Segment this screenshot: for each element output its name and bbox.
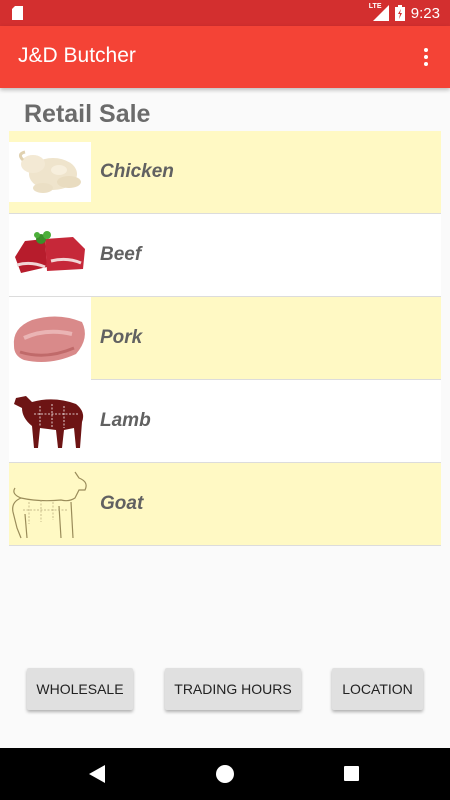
beef-image (9, 225, 91, 285)
lte-signal-icon: LTE (368, 3, 389, 21)
list-item-goat[interactable]: Goat (9, 463, 441, 546)
list-item-label: Goat (100, 493, 144, 514)
network-type-label: LTE (368, 3, 382, 10)
sim-card-icon (12, 6, 23, 20)
lamb-image (9, 380, 91, 463)
chicken-image (9, 142, 91, 202)
status-icons: LTE 9:23 (368, 0, 440, 26)
back-icon[interactable] (89, 765, 105, 783)
list-item-chicken[interactable]: Chicken (9, 131, 441, 214)
list-item-label: Chicken (100, 161, 174, 182)
more-vert-icon[interactable] (414, 45, 438, 69)
pork-image (9, 296, 91, 380)
app-bar: J&D Butcher (0, 26, 450, 88)
list-item-label: Lamb (100, 410, 151, 431)
list-item-label: Beef (100, 244, 142, 265)
list-item-pork[interactable]: Pork (9, 296, 441, 380)
list-item-beef[interactable]: Beef (9, 214, 441, 297)
navigation-bar (0, 748, 450, 800)
status-bar: LTE 9:23 (0, 0, 450, 26)
location-button[interactable]: LOCATION (332, 668, 423, 710)
recents-icon[interactable] (344, 766, 359, 781)
meat-list: Chicken Beef Pork Lamb Goat (9, 131, 441, 546)
home-icon[interactable] (216, 765, 234, 783)
wholesale-button[interactable]: WHOLESALE (27, 668, 133, 710)
trading-hours-button[interactable]: TRADING HOURS (165, 668, 301, 710)
list-item-label: Pork (100, 327, 143, 348)
battery-charging-icon (394, 5, 405, 21)
list-item-lamb[interactable]: Lamb (9, 380, 441, 463)
page-title: Retail Sale (24, 100, 151, 128)
clock: 9:23 (410, 4, 440, 22)
goat-image (9, 463, 91, 546)
app-title: J&D Butcher (18, 44, 136, 67)
